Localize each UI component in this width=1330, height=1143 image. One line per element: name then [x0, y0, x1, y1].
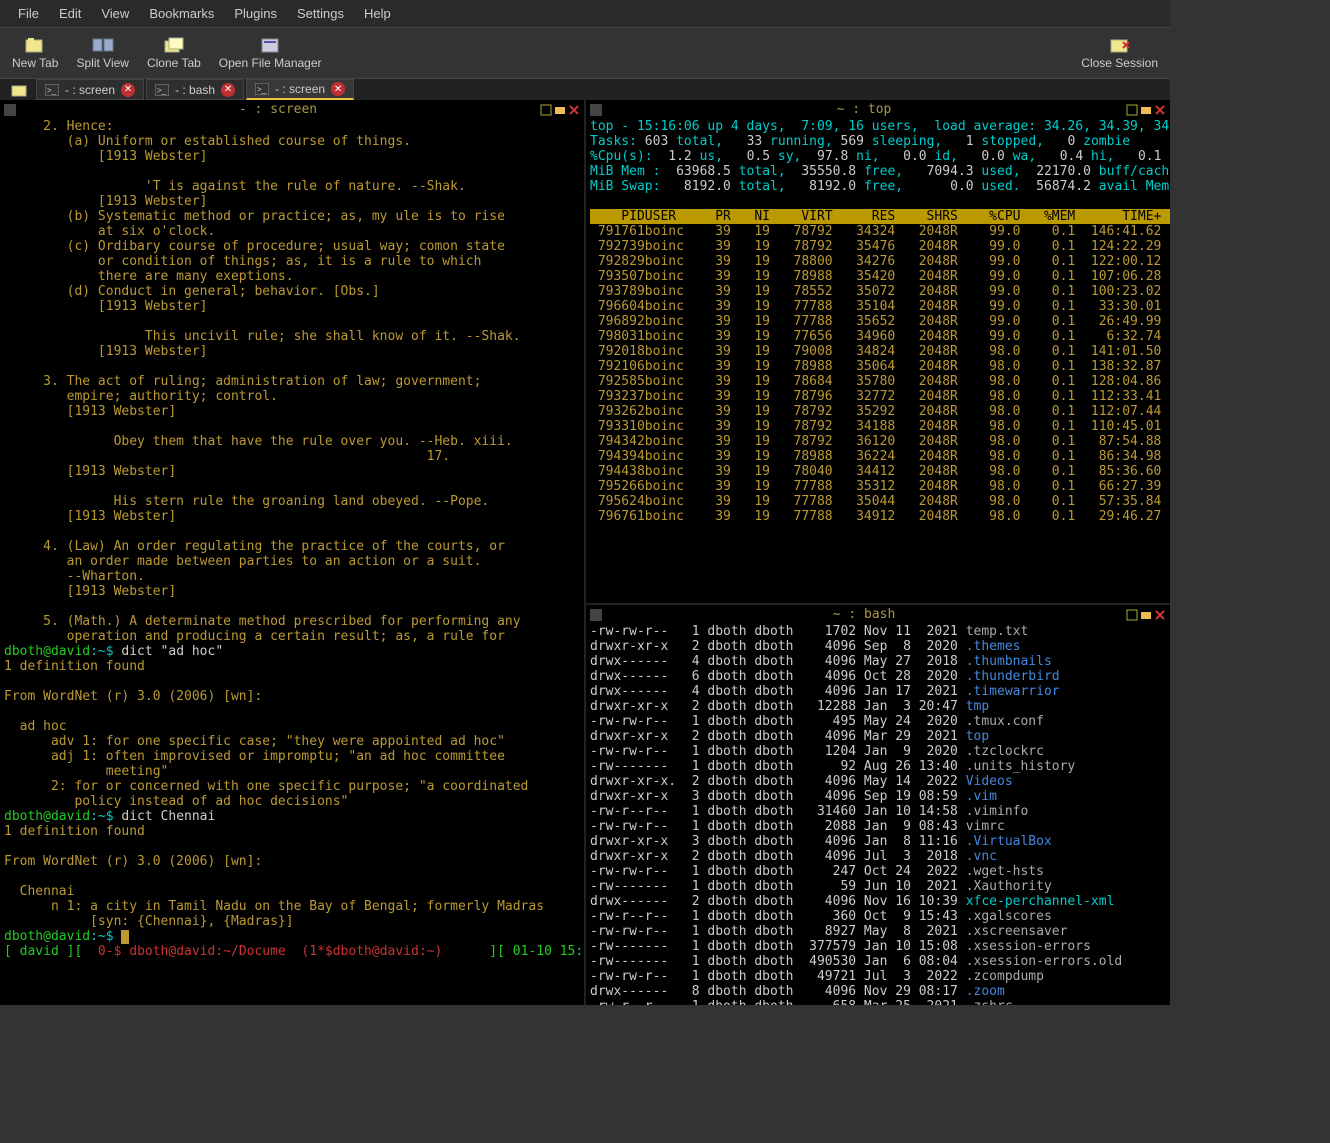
menu-plugins[interactable]: Plugins [224, 4, 287, 23]
split-view-label: Split View [76, 56, 128, 70]
tab-label: - : screen [65, 83, 115, 97]
close-tab-icon[interactable]: ✕ [121, 83, 135, 97]
close-session-label: Close Session [1081, 56, 1158, 70]
menu-bar: FileEditViewBookmarksPluginsSettingsHelp [0, 0, 1170, 28]
terminal-icon: >_ [45, 84, 59, 96]
folder-icon [259, 36, 281, 54]
svg-text:>_: >_ [157, 86, 167, 95]
pane-title-text: - : screen [16, 102, 540, 117]
tab-bar: >_ - : screen ✕ >_ - : bash ✕ >_ - : screen ✕ [0, 79, 1170, 100]
max-icon[interactable] [540, 104, 552, 116]
new-tab-icon-small[interactable] [10, 82, 30, 98]
terminal-icon: >_ [155, 84, 169, 96]
max-icon[interactable] [1126, 104, 1138, 116]
clone-tab-button[interactable]: Clone Tab [143, 34, 205, 72]
new-tab-button[interactable]: New Tab [8, 34, 62, 72]
clone-tab-label: Clone Tab [147, 56, 201, 70]
tab-2[interactable]: >_ - : screen ✕ [246, 79, 354, 100]
folder-mini-icon[interactable] [1140, 104, 1152, 116]
tab-label: - : screen [275, 82, 325, 96]
close-pane-icon[interactable] [1154, 104, 1166, 116]
tab-1[interactable]: >_ - : bash ✕ [146, 79, 244, 100]
pane-screen[interactable]: - : screen 2. Hence: (a) Uniform or esta… [0, 100, 584, 1005]
menu-bookmarks[interactable]: Bookmarks [139, 4, 224, 23]
pane-top[interactable]: ~ : top top - 15:16:06 up 4 days, 7:09, … [586, 100, 1170, 603]
pane-icon [590, 104, 602, 116]
menu-edit[interactable]: Edit [49, 4, 91, 23]
clone-tab-icon [163, 36, 185, 54]
tab-0[interactable]: >_ - : screen ✕ [36, 79, 144, 100]
close-tab-icon[interactable]: ✕ [221, 83, 235, 97]
close-session-button[interactable]: Close Session [1077, 34, 1162, 72]
menu-settings[interactable]: Settings [287, 4, 354, 23]
pane-bash[interactable]: ~ : bash -rw-rw-r-- 1 dboth dboth 1702 N… [586, 605, 1170, 1005]
svg-text:>_: >_ [47, 86, 57, 95]
tab-label: - : bash [175, 83, 215, 97]
menu-view[interactable]: View [91, 4, 139, 23]
max-icon[interactable] [1126, 609, 1138, 621]
close-tab-icon[interactable]: ✕ [331, 82, 345, 96]
terminal-icon: >_ [255, 83, 269, 95]
new-tab-icon [24, 36, 46, 54]
close-pane-icon[interactable] [1154, 609, 1166, 621]
pane-icon [4, 104, 16, 116]
folder-mini-icon[interactable] [1140, 609, 1152, 621]
pane-icon [590, 609, 602, 621]
menu-help[interactable]: Help [354, 4, 401, 23]
pane-title-text: ~ : bash [602, 607, 1126, 622]
folder-mini-icon[interactable] [554, 104, 566, 116]
svg-text:>_: >_ [257, 85, 267, 94]
split-view-icon [92, 36, 114, 54]
open-fm-label: Open File Manager [219, 56, 322, 70]
split-view-button[interactable]: Split View [72, 34, 132, 72]
menu-file[interactable]: File [8, 4, 49, 23]
toolbar: New Tab Split View Clone Tab Open File M… [0, 28, 1170, 79]
open-filemanager-button[interactable]: Open File Manager [215, 34, 326, 72]
pane-title-text: ~ : top [602, 102, 1126, 117]
close-session-icon [1109, 36, 1131, 54]
terminal-panes: - : screen 2. Hence: (a) Uniform or esta… [0, 100, 1170, 1005]
new-tab-label: New Tab [12, 56, 58, 70]
close-pane-icon[interactable] [568, 104, 580, 116]
